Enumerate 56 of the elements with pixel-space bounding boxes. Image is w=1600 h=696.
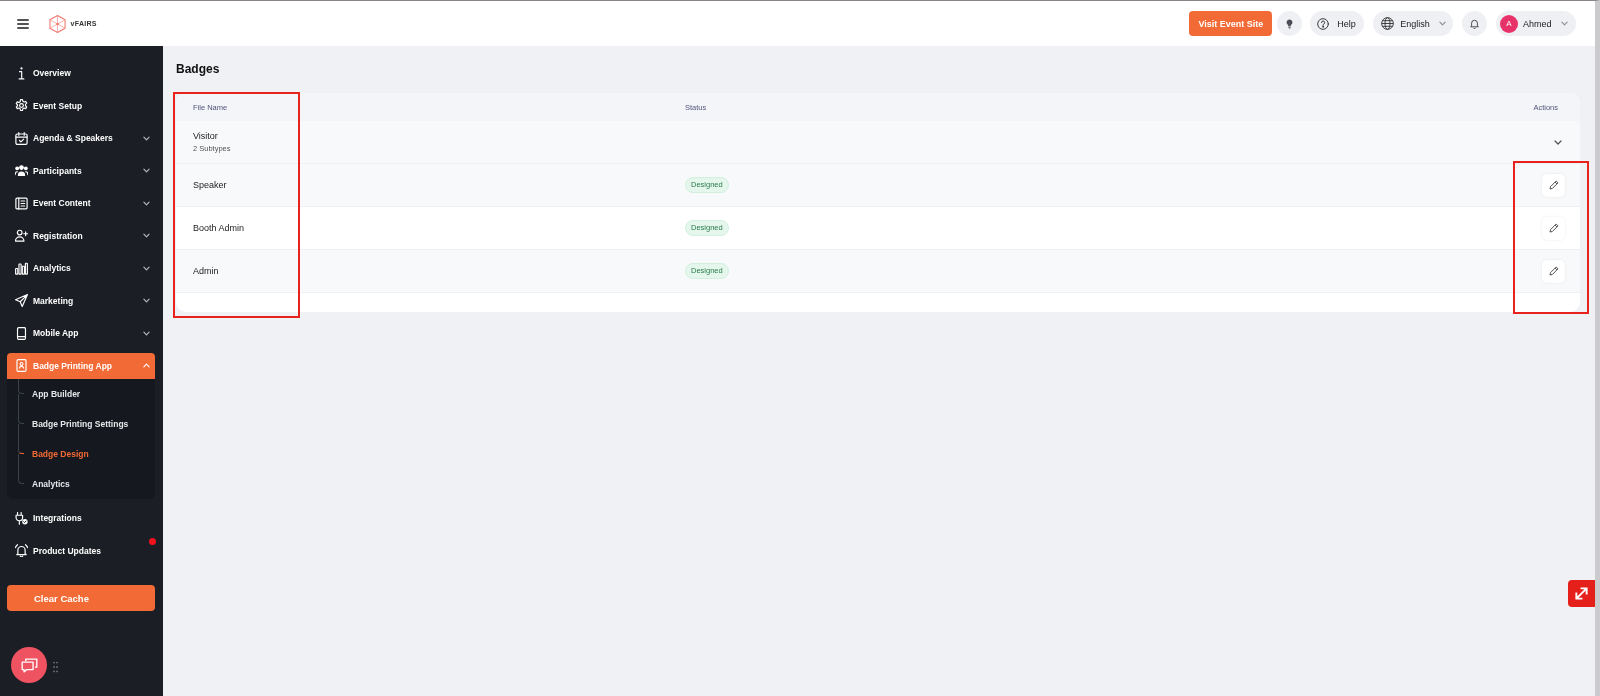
ringing-bell-icon — [14, 544, 28, 557]
pencil-icon — [1548, 266, 1559, 276]
file-name: Speaker — [193, 180, 227, 190]
page-title: Badges — [176, 61, 221, 78]
submenu-item[interactable]: Badge Printing Settings — [18, 408, 149, 439]
chevron-down-icon — [1560, 21, 1568, 26]
sidebar-item[interactable]: Integrations — [7, 505, 155, 531]
chat-bubbles-icon — [20, 657, 38, 673]
people-icon — [14, 164, 28, 177]
globe-icon — [1380, 17, 1394, 30]
settings-icon — [14, 99, 28, 112]
diagonal-arrows-icon — [1574, 586, 1589, 601]
chevron-down-icon[interactable] — [1554, 139, 1562, 145]
file-name: Visitor — [193, 131, 218, 141]
user-avatar: A — [1499, 14, 1518, 33]
sidebar-item[interactable]: Participants — [7, 157, 155, 184]
edit-button[interactable] — [1542, 216, 1565, 240]
id-badge-icon — [14, 359, 28, 372]
help-icon — [1317, 17, 1330, 30]
pencil-icon — [1548, 223, 1559, 233]
edit-button[interactable] — [1542, 259, 1565, 283]
help-button[interactable]: Help — [1310, 11, 1365, 36]
paper-plane-icon — [14, 294, 28, 307]
bell-icon — [1469, 18, 1481, 29]
add-user-icon — [14, 229, 28, 242]
sidebar-item[interactable]: Marketing — [7, 287, 155, 314]
submenu-item[interactable]: App Builder — [18, 378, 149, 409]
submenu-item[interactable]: Badge Design — [18, 438, 149, 469]
chevron-down-icon — [1438, 21, 1446, 26]
sidebar-item[interactable]: Agenda & Speakers — [7, 125, 155, 151]
sidebar-item[interactable]: Analytics — [7, 255, 155, 281]
lightbulb-icon — [1286, 18, 1294, 29]
sidebar-item[interactable]: Product Updates — [7, 537, 155, 564]
sidebar-item[interactable]: Overview — [7, 60, 155, 86]
file-name: Booth Admin — [193, 223, 245, 233]
file-name: Admin — [193, 266, 219, 276]
language-selector[interactable]: English — [1373, 11, 1454, 36]
sidebar-item[interactable]: Mobile App — [7, 320, 155, 346]
bar-chart-icon — [14, 261, 28, 275]
menu-icon[interactable] — [17, 18, 29, 29]
sidebar-item[interactable]: Registration — [7, 222, 155, 249]
drag-handle-icon[interactable] — [53, 661, 58, 673]
pencil-icon — [1548, 180, 1559, 190]
user-menu[interactable]: A Ahmed — [1496, 11, 1576, 36]
cube-logo-icon — [49, 13, 66, 34]
widget-button[interactable] — [1568, 580, 1595, 607]
phone-icon — [14, 326, 28, 340]
calendar-check-icon — [14, 131, 28, 145]
edit-button[interactable] — [1542, 173, 1565, 197]
submenu-item[interactable]: Analytics — [18, 468, 149, 499]
document-list-icon — [14, 196, 28, 210]
plug-icon — [14, 511, 28, 525]
tips-button[interactable] — [1277, 11, 1303, 36]
notifications-button[interactable] — [1462, 11, 1488, 36]
sidebar-item[interactable]: Event Content — [7, 190, 155, 216]
sidebar-item[interactable]: Event Setup — [7, 92, 155, 119]
